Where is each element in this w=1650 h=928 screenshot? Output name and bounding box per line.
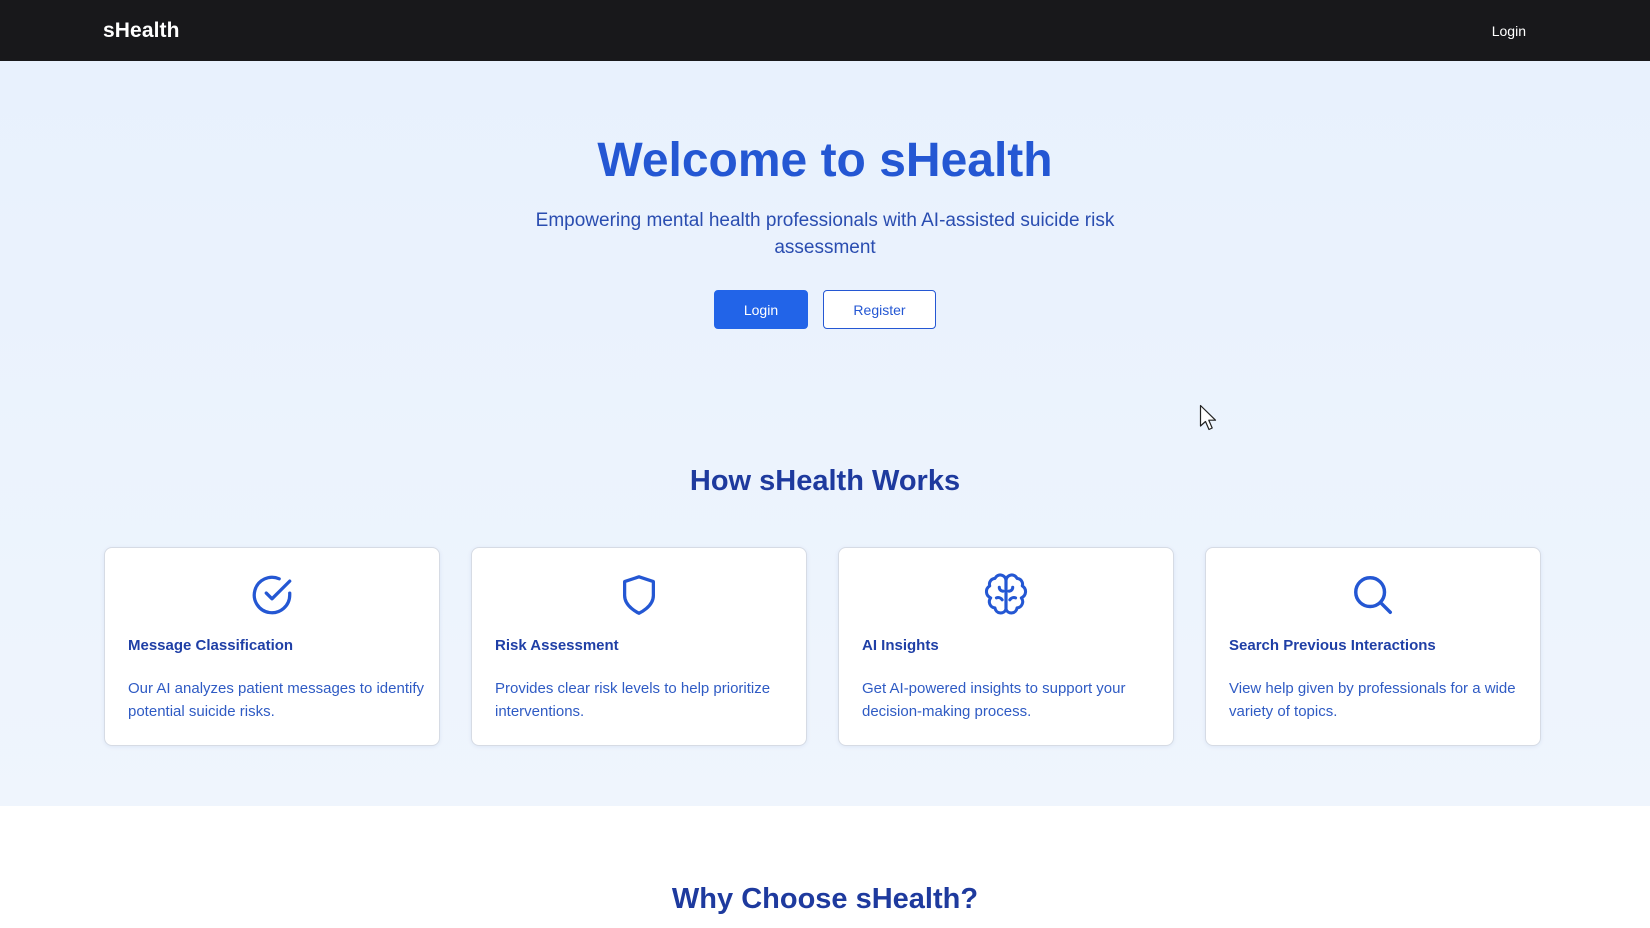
- card-description: View help given by professionals for a w…: [1229, 680, 1516, 720]
- feature-card-message-classification: Message Classification Our AI analyzes p…: [104, 547, 440, 746]
- login-button[interactable]: Login: [714, 290, 808, 329]
- nav-login-link[interactable]: Login: [1492, 23, 1526, 39]
- card-description: Provides clear risk levels to help prior…: [495, 680, 771, 720]
- register-button[interactable]: Register: [823, 290, 936, 329]
- navbar: sHealth Login: [0, 0, 1650, 61]
- hero-buttons: Login Register: [0, 290, 1650, 329]
- shield-icon: [472, 572, 806, 618]
- card-description: Get AI-powered insights to support your …: [862, 680, 1126, 720]
- card-title: Search Previous Interactions: [1229, 637, 1436, 654]
- card-title: Risk Assessment: [495, 637, 619, 654]
- card-title: Message Classification: [128, 637, 294, 654]
- hero-title: Welcome to sHealth: [597, 134, 1053, 187]
- mouse-cursor-icon: [1199, 404, 1217, 431]
- brain-icon: [839, 572, 1173, 618]
- why-choose-title: Why Choose sHealth?: [671, 883, 979, 915]
- how-it-works-title: How sHealth Works: [689, 465, 961, 497]
- feature-card-ai-insights: AI Insights Get AI-powered insights to s…: [838, 547, 1174, 746]
- hero-subtitle: Empowering mental health professionals w…: [535, 210, 1115, 258]
- check-circle-icon: [105, 572, 439, 618]
- feature-card-search-interactions: Search Previous Interactions View help g…: [1205, 547, 1541, 746]
- card-description: Our AI analyzes patient messages to iden…: [128, 680, 424, 720]
- brand-logo[interactable]: sHealth: [103, 19, 180, 43]
- search-icon: [1206, 572, 1540, 618]
- feature-card-risk-assessment: Risk Assessment Provides clear risk leve…: [471, 547, 807, 746]
- card-title: AI Insights: [862, 637, 939, 654]
- hero-section: Welcome to sHealth Empowering mental hea…: [0, 61, 1650, 806]
- feature-cards: Message Classification Our AI analyzes p…: [104, 547, 1542, 746]
